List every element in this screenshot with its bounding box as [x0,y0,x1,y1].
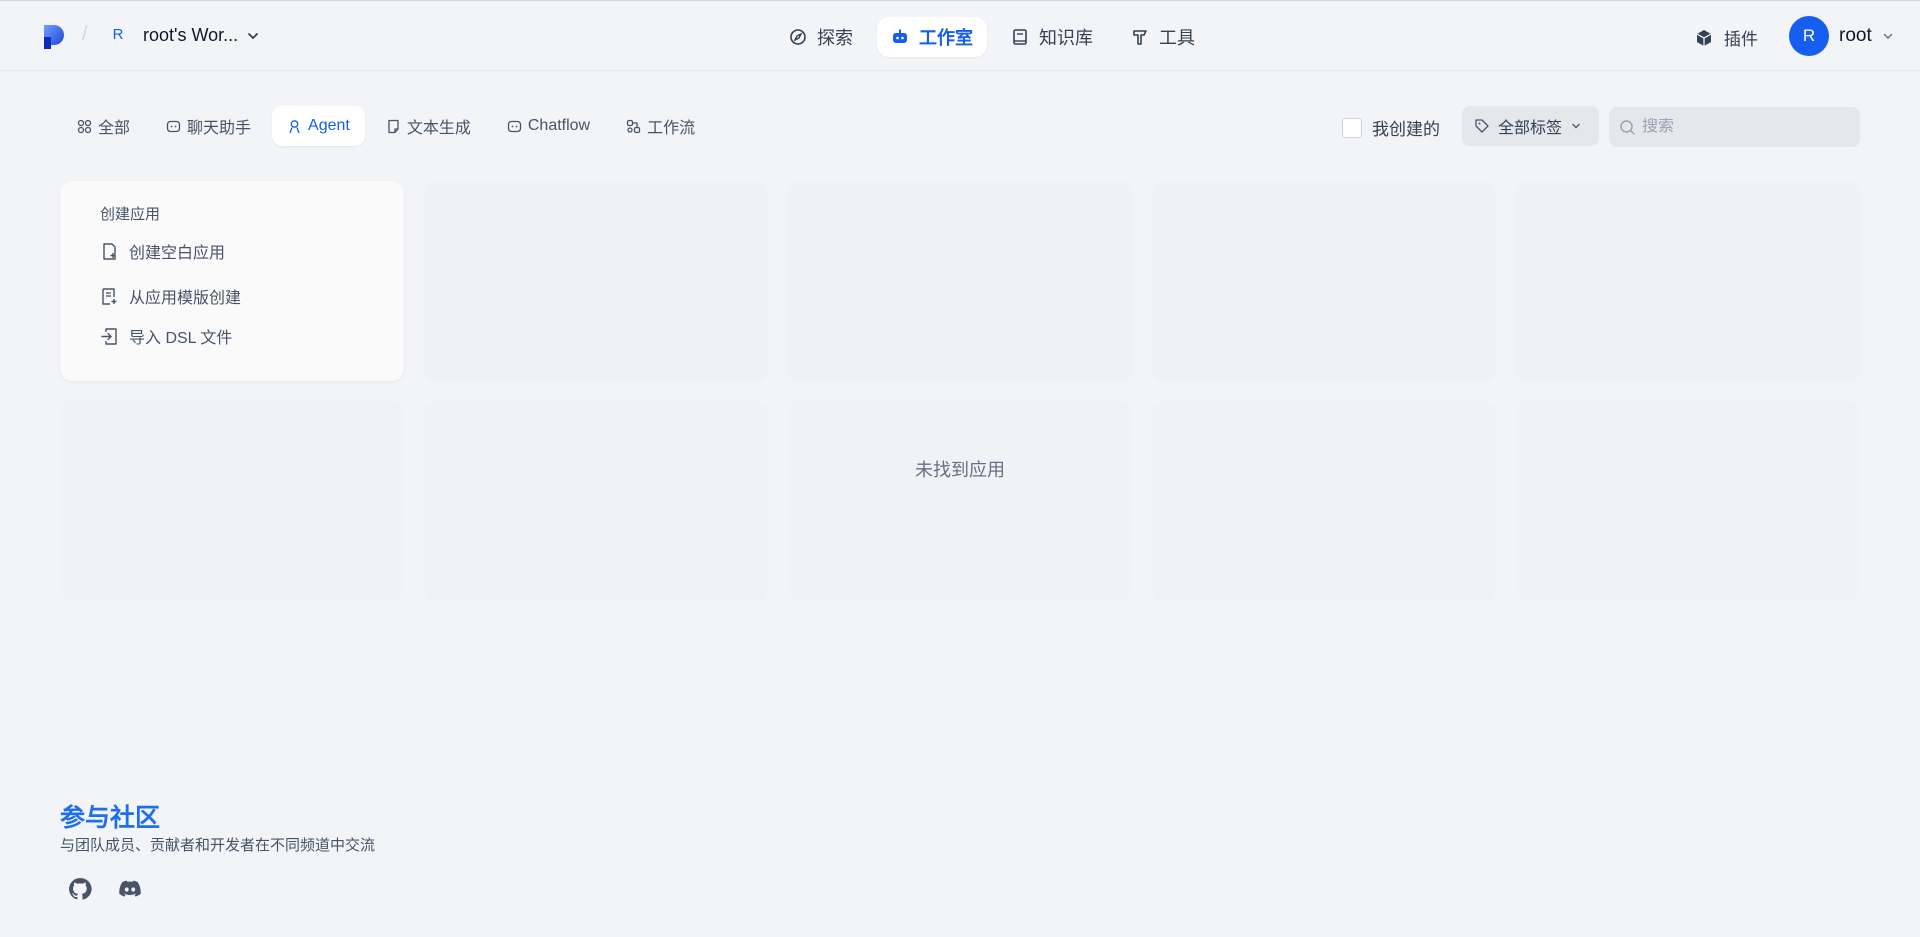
grid-icon [77,119,92,133]
workflow-icon [626,119,641,133]
user-name: root [1839,25,1872,46]
create-blank-app-button[interactable]: 创建空白应用 [100,239,225,263]
community-title: 参与社区 [60,804,161,832]
tab-chatbot-label: 聊天助手 [187,120,252,137]
nav-explore-label: 探索 [817,28,853,48]
plugin-label: 插件 [1724,30,1758,49]
workspace-initial: R [112,26,124,43]
created-by-me-checkbox[interactable] [1342,117,1362,138]
placeholder-card [1516,181,1860,381]
github-icon[interactable] [67,876,93,902]
main-nav: 探索 工作室 知识库 工具 [775,17,1209,57]
tag-icon [1475,119,1489,133]
tab-chatflow-label: Chatflow [527,117,591,134]
nav-tools[interactable]: 工具 [1117,17,1209,57]
created-by-me-label: 我创建的 [1372,120,1440,139]
tab-workflow[interactable]: 工作流 [611,106,710,146]
breadcrumb-separator: / [82,23,88,45]
placeholder-card [1516,401,1860,601]
community-subtitle: 与团队成员、贡献者和开发者在不同频道中交流 [60,837,376,854]
top-header: / R root's Wor... 探索 工作室 知识库 工具 插件 R roo… [0,0,1920,71]
chevron-down-icon [248,32,259,39]
import-dsl-label: 导入 DSL 文件 [129,330,233,347]
user-menu[interactable]: R root [1789,16,1894,56]
tab-agent[interactable]: Agent [272,106,365,146]
import-dsl-button[interactable]: 导入 DSL 文件 [100,324,232,348]
nav-knowledge-label: 知识库 [1039,28,1093,48]
document-icon [388,119,399,133]
empty-state-card: 未找到应用 [788,401,1132,601]
app-type-tabs: 全部 聊天助手 Agent 文本生成 Chatflow 工作流 [62,106,710,146]
placeholder-card [1152,621,1496,751]
tab-completion[interactable]: 文本生成 [371,106,486,146]
chat-bot-icon [166,120,181,132]
discord-icon[interactable] [117,876,143,902]
nav-explore[interactable]: 探索 [775,17,867,57]
placeholder-card [788,621,1132,751]
nav-studio-label: 工作室 [919,28,973,48]
avatar: R [1789,16,1829,56]
tab-chatbot[interactable]: 聊天助手 [151,106,266,146]
robot-icon [893,29,907,43]
search-box[interactable] [1609,107,1860,147]
tag-filter-dropdown[interactable]: 全部标签 [1462,106,1599,146]
agent-icon [289,119,300,133]
placeholder-card [1152,181,1496,381]
template-icon [102,287,117,305]
create-app-title: 创建应用 [100,206,161,223]
placeholder-card [788,181,1132,381]
chevron-down-icon [1883,33,1892,40]
import-icon [101,327,117,345]
placeholder-card [60,621,404,751]
placeholder-card [424,181,768,381]
create-app-card: 创建应用 创建空白应用 从应用模版创建 导入 DSL 文件 [60,181,404,381]
create-from-template-button[interactable]: 从应用模版创建 [100,284,241,308]
nav-tools-label: 工具 [1159,28,1195,48]
nav-studio[interactable]: 工作室 [877,17,987,57]
placeholder-card [424,401,768,601]
placeholder-card [424,621,768,751]
tag-filter-label: 全部标签 [1498,120,1563,137]
tab-workflow-label: 工作流 [647,120,696,137]
empty-state-text: 未找到应用 [915,460,1005,480]
tab-all[interactable]: 全部 [62,106,145,146]
create-from-template-label: 从应用模版创建 [129,290,242,307]
placeholder-card [1516,621,1860,751]
dify-logo-icon[interactable] [42,23,66,51]
chevron-down-icon [1572,123,1580,129]
tab-chatflow[interactable]: Chatflow [492,106,605,146]
workspace-switcher[interactable]: root's Wor... [143,25,260,46]
search-icon [1620,119,1635,135]
book-icon [1013,29,1027,45]
tab-all-label: 全部 [98,120,131,137]
placeholder-card [1152,401,1496,601]
nav-knowledge[interactable]: 知识库 [997,17,1107,57]
create-blank-app-label: 创建空白应用 [129,245,226,262]
hammer-icon [1133,30,1147,45]
tab-completion-label: 文本生成 [406,120,471,137]
file-plus-icon [103,242,116,260]
search-input[interactable] [1642,118,1842,136]
workspace-name: root's Wor... [143,25,239,45]
created-by-me-filter[interactable]: 我创建的 [1342,115,1440,140]
tab-agent-label: Agent [308,117,350,134]
plugin-button[interactable]: 插件 [1694,25,1758,50]
cube-icon [1696,29,1712,46]
placeholder-card [60,401,404,601]
compass-icon [790,29,806,45]
chatflow-icon [507,120,522,132]
